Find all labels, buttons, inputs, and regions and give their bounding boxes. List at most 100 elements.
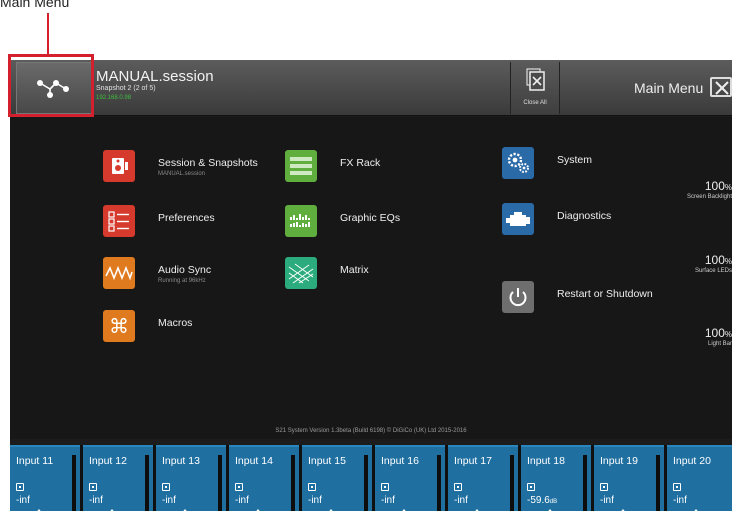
level-label: Screen Backlight — [686, 194, 732, 200]
strip-name: Input 12 — [89, 455, 127, 467]
menu-item-audio-sync[interactable]: Audio Sync Running at 96kHz — [103, 257, 273, 291]
level-number: 100 — [704, 326, 725, 340]
level-value: 100% — [612, 326, 732, 340]
strip-unit: dB — [549, 499, 558, 505]
fader-slot[interactable] — [145, 455, 149, 511]
menu-label-diagnostics: Diagnostics — [557, 210, 612, 222]
close-button[interactable] — [710, 77, 732, 97]
channel-strip[interactable]: Input 13 -inf — [156, 445, 226, 511]
channel-strip[interactable]: Input 19 -inf — [594, 445, 664, 511]
strip-level: -inf — [308, 495, 322, 506]
close-icon — [715, 81, 729, 95]
menu-label-restart: Restart or Shutdown — [557, 288, 653, 300]
strip-value: -inf — [673, 495, 687, 506]
menu-label-system: System — [557, 154, 593, 166]
strip-value: -inf — [308, 495, 322, 506]
menu-label-graphic-eqs: Graphic EQs — [340, 212, 401, 224]
channel-strip[interactable]: Input 12 -inf — [83, 445, 153, 511]
menu-item-restart[interactable]: Restart or Shutdown — [502, 281, 682, 315]
fader-slot[interactable] — [291, 455, 295, 511]
command-key-icon: ⌘ — [103, 310, 135, 342]
strip-value: -inf — [16, 495, 30, 506]
gears-icon — [502, 147, 534, 179]
fader-slot[interactable] — [437, 455, 441, 511]
session-icon — [103, 150, 135, 182]
close-all-label: Close All — [523, 100, 547, 106]
level-surface-leds[interactable]: 100% Surface LEDs — [612, 253, 732, 274]
fx-rack-icon — [285, 150, 317, 182]
strip-level: -inf — [16, 495, 30, 506]
callout-line — [47, 13, 49, 54]
strip-level: -inf — [162, 495, 176, 506]
strip-status-icon — [454, 483, 462, 491]
main-menu-title: Main Menu — [634, 80, 704, 96]
channel-strip[interactable]: Input 18 -59.6dB — [521, 445, 591, 511]
menu-label-audio-sync: Audio Sync — [158, 264, 212, 276]
waveform-icon — [103, 257, 135, 289]
channel-strip[interactable]: Input 11 -inf — [10, 445, 80, 511]
fader-slot[interactable] — [656, 455, 660, 511]
level-value: 100% — [612, 253, 732, 267]
channel-strip[interactable]: Input 17 -inf — [448, 445, 518, 511]
level-light-bar[interactable]: 100% Light Bar — [612, 326, 732, 347]
menu-label-matrix: Matrix — [340, 264, 369, 276]
strip-value: -inf — [162, 495, 176, 506]
channel-strip[interactable]: Input 14 -inf — [229, 445, 299, 511]
strip-status-icon — [308, 483, 316, 491]
close-all-button[interactable]: Close All — [510, 62, 560, 114]
strip-level: -inf — [454, 495, 468, 506]
channel-strip[interactable]: Input 16 -inf — [375, 445, 445, 511]
snapshot-status: Snapshot 2 (2 of 5) — [96, 85, 156, 92]
menu-label-fx-rack: FX Rack — [340, 157, 381, 169]
menu-item-diagnostics[interactable]: Diagnostics — [502, 203, 652, 237]
strip-level: -inf — [600, 495, 614, 506]
power-icon — [502, 281, 534, 313]
level-label: Surface LEDs — [694, 268, 732, 274]
strip-name: Input 14 — [235, 455, 273, 467]
level-label: Light Bar — [707, 341, 732, 347]
strip-name: Input 11 — [16, 455, 54, 467]
menu-label-preferences: Preferences — [158, 212, 215, 224]
level-value: 100% — [612, 179, 732, 193]
callout-label: Main Menu — [0, 0, 70, 10]
strip-value: -inf — [235, 495, 249, 506]
matrix-grid-icon — [285, 257, 317, 289]
menu-item-system[interactable]: System — [502, 147, 652, 181]
menu-item-preferences[interactable]: Preferences — [103, 205, 273, 239]
strip-value: -inf — [600, 495, 614, 506]
level-unit: % — [724, 330, 732, 339]
menu-sub-session: MANUAL.session — [158, 171, 206, 177]
version-text: S21 System Version 1.3beta (Build 6198) … — [275, 428, 467, 434]
menu-item-macros[interactable]: ⌘ Macros — [103, 310, 273, 344]
fader-slot[interactable] — [218, 455, 222, 511]
strip-status-icon — [527, 483, 535, 491]
strip-level: -inf — [235, 495, 249, 506]
channel-strips: Input 11 -inf Input 12 -inf Input 13 -in… — [10, 445, 732, 511]
menu-item-graphic-eqs[interactable]: Graphic EQs — [285, 205, 435, 239]
menu-item-session-snapshots[interactable]: Session & Snapshots MANUAL.session — [103, 150, 273, 184]
strip-value: -inf — [89, 495, 103, 506]
strip-name: Input 15 — [308, 455, 346, 467]
strip-value: -inf — [454, 495, 468, 506]
menu-label-session: Session & Snapshots — [158, 157, 258, 169]
level-number: 100 — [704, 179, 725, 193]
strip-value: -inf — [381, 495, 395, 506]
menu-item-fx-rack[interactable]: FX Rack — [285, 150, 435, 184]
svg-text:⌘: ⌘ — [109, 314, 129, 338]
engine-icon — [502, 203, 534, 235]
strip-level: -inf — [381, 495, 395, 506]
channel-strip[interactable]: Input 15 -inf — [302, 445, 372, 511]
strip-level: -inf — [673, 495, 687, 506]
strip-name: Input 18 — [527, 455, 565, 467]
graphic-eq-icon — [285, 205, 317, 237]
console-window: MANUAL.session Snapshot 2 (2 of 5) 192.1… — [10, 60, 732, 511]
fader-slot[interactable] — [583, 455, 587, 511]
menu-item-matrix[interactable]: Matrix — [285, 257, 435, 291]
channel-strip[interactable]: Input 20 -inf — [667, 445, 732, 511]
fader-slot[interactable] — [72, 455, 76, 511]
strip-status-icon — [89, 483, 97, 491]
strip-name: Input 20 — [673, 455, 711, 467]
level-screen-backlight[interactable]: 100% Screen Backlight — [612, 179, 732, 200]
fader-slot[interactable] — [510, 455, 514, 511]
fader-slot[interactable] — [364, 455, 368, 511]
